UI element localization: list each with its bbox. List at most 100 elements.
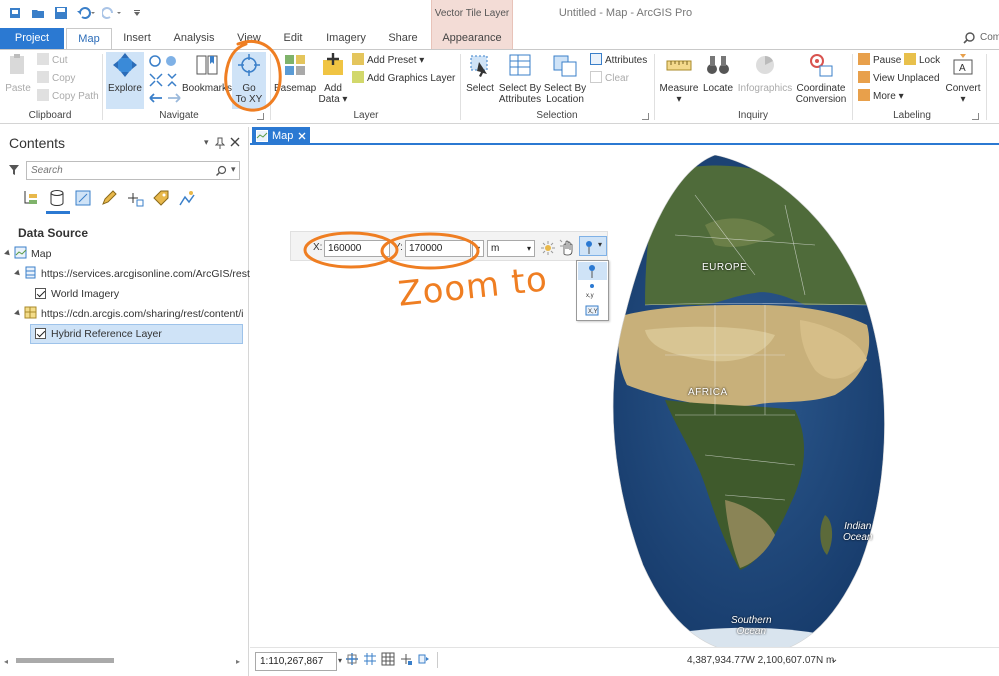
contents-options-dropdown[interactable]: ▾ xyxy=(204,137,209,148)
layer-visibility-checkbox[interactable] xyxy=(35,288,46,299)
explore-button[interactable]: Explore xyxy=(106,52,144,109)
grid-extent-icon[interactable] xyxy=(363,652,377,666)
map-canvas[interactable]: EUROPE AFRICA Indian Ocean Southern Ocean … xyxy=(250,147,999,647)
scale-dropdown-arrow[interactable]: ▾ xyxy=(338,656,342,665)
tab-insert[interactable]: Insert xyxy=(114,28,160,49)
menu-item-add-callout[interactable]: X,Y xyxy=(578,302,607,320)
copy-path-button[interactable]: Copy Path xyxy=(37,89,99,105)
snapping-icon[interactable] xyxy=(399,652,413,666)
expand-arrow-icon[interactable] xyxy=(14,269,22,278)
basemap-button[interactable]: Basemap xyxy=(274,52,316,94)
measure-button[interactable]: Measure ▾ xyxy=(658,52,700,105)
map-scale-input[interactable]: 1:110,267,867 xyxy=(255,652,337,671)
tree-item-cdn-source[interactable]: https://cdn.arcgis.com/sharing/rest/cont… xyxy=(14,305,244,324)
clear-button[interactable]: Clear xyxy=(590,71,629,87)
contents-search[interactable]: ▾ xyxy=(26,161,240,180)
filter-icon[interactable] xyxy=(8,164,20,176)
go-to-xy-button[interactable]: Go To XY xyxy=(232,52,266,109)
list-by-selection-icon[interactable] xyxy=(74,189,92,207)
fixed-zoom-icon[interactable] xyxy=(345,652,359,666)
explore-icon xyxy=(113,53,137,77)
bookmarks-button[interactable]: Bookmarks xyxy=(182,52,232,94)
more-labeling-button[interactable]: More ▾ xyxy=(858,89,904,105)
tab-imagery[interactable]: Imagery xyxy=(318,28,374,49)
labeled-pushpin-icon: x,y xyxy=(586,284,594,299)
list-by-perspective-imagery-icon[interactable] xyxy=(178,189,196,207)
tree-item-world-imagery[interactable]: World Imagery xyxy=(35,285,119,304)
view-unplaced-button[interactable]: View Unplaced xyxy=(858,71,940,87)
navigate-launcher[interactable] xyxy=(257,113,264,120)
cursor-coordinates: 4,387,934.77W 2,100,607.07N m xyxy=(687,655,835,666)
map-icon xyxy=(256,130,268,142)
command-search-icon[interactable] xyxy=(962,31,976,45)
coordinate-format-dropdown[interactable]: ⌄ xyxy=(830,654,838,665)
convert-button[interactable]: A Convert ▾ xyxy=(944,52,982,105)
close-pane-icon[interactable] xyxy=(230,137,240,147)
select-button[interactable]: Select xyxy=(463,52,497,94)
attributes-button[interactable]: Attributes xyxy=(590,53,647,69)
copy-button[interactable]: Copy xyxy=(37,71,75,87)
tree-item-hybrid-reference-layer[interactable]: Hybrid Reference Layer xyxy=(30,324,243,344)
contents-pane: Contents ▾ ▾ Data Source Map https://ser… xyxy=(0,127,253,676)
pin-icon[interactable] xyxy=(215,137,225,149)
search-input[interactable] xyxy=(27,162,207,179)
group-label-navigate: Navigate xyxy=(159,110,199,121)
labeling-launcher[interactable] xyxy=(972,113,979,120)
coordinate-format-dropdown[interactable]: ▾ xyxy=(472,240,484,257)
active-view-indicator xyxy=(46,211,70,214)
refresh-icon[interactable] xyxy=(417,652,431,666)
locate-button[interactable]: Locate xyxy=(700,52,736,94)
selection-launcher[interactable] xyxy=(642,113,649,120)
add-graphics-layer-button[interactable]: Add Graphics Layer xyxy=(352,71,455,87)
pan-to-icon[interactable] xyxy=(559,238,575,256)
y-coordinate-input[interactable]: 170000 xyxy=(405,240,471,257)
close-tab-icon[interactable] xyxy=(298,132,306,140)
list-by-drawing-order-icon[interactable] xyxy=(22,189,40,207)
list-by-snapping-icon[interactable] xyxy=(126,189,144,207)
coordinate-conversion-button[interactable]: Coordinate Conversion xyxy=(794,52,848,105)
search-dropdown-arrow[interactable]: ▾ xyxy=(231,164,236,175)
tab-appearance[interactable]: Appearance xyxy=(436,28,508,49)
layer-visibility-checkbox[interactable] xyxy=(35,328,46,339)
list-by-data-source-icon[interactable] xyxy=(48,189,66,207)
select-by-attributes-icon xyxy=(509,54,531,76)
expand-arrow-icon[interactable] xyxy=(4,249,12,258)
contents-horizontal-scrollbar[interactable]: ◂ ▸ xyxy=(4,655,244,666)
tab-map[interactable]: Map xyxy=(66,28,112,50)
copy-icon xyxy=(37,71,49,83)
svg-text:X,Y: X,Y xyxy=(588,309,598,315)
navigate-tools-icon[interactable] xyxy=(148,54,182,106)
tab-view[interactable]: View xyxy=(228,28,270,49)
flash-icon[interactable] xyxy=(541,241,555,255)
add-point-dropdown-button[interactable]: ▾ xyxy=(579,236,607,256)
add-preset-button[interactable]: Add Preset ▾ xyxy=(352,53,424,69)
tab-map-view[interactable]: Map xyxy=(252,127,310,145)
paste-button[interactable]: Paste xyxy=(4,52,32,94)
add-data-button[interactable]: Add Data ▾ xyxy=(316,52,350,105)
menu-item-add-point[interactable] xyxy=(578,262,607,280)
lock-labeling-button[interactable]: Lock xyxy=(904,53,940,69)
pause-labeling-button[interactable]: Pause xyxy=(858,53,901,69)
tree-item-map[interactable]: Map xyxy=(4,245,51,264)
tab-share[interactable]: Share xyxy=(380,28,426,49)
expand-arrow-icon[interactable] xyxy=(14,309,22,318)
menu-item-add-labeled-point[interactable]: x,y xyxy=(578,282,607,300)
units-select[interactable]: m ▾ xyxy=(487,240,535,257)
tab-analysis[interactable]: Analysis xyxy=(166,28,222,49)
tree-item-service-source[interactable]: https://services.arcgisonline.com/ArcGIS… xyxy=(14,265,253,284)
select-by-attributes-button[interactable]: Select By Attributes xyxy=(497,52,543,105)
tab-project[interactable]: Project xyxy=(0,28,64,49)
tab-edit[interactable]: Edit xyxy=(274,28,312,49)
select-by-location-button[interactable]: Select By Location xyxy=(543,52,587,105)
list-by-editing-icon[interactable] xyxy=(100,189,118,207)
list-by-labeling-icon[interactable] xyxy=(152,189,170,207)
scrollbar-thumb[interactable] xyxy=(16,658,114,663)
map-label-europe: EUROPE xyxy=(702,262,748,273)
map-label-indian-ocean: Indian Ocean xyxy=(843,521,873,543)
contextual-tab-title: Vector Tile Layer xyxy=(434,8,510,19)
x-coordinate-input[interactable]: 160000 xyxy=(324,240,390,257)
search-icon[interactable] xyxy=(215,165,227,177)
table-grid-icon[interactable] xyxy=(381,652,395,666)
cut-button[interactable]: Cut xyxy=(37,53,68,69)
infographics-button[interactable]: Infographics xyxy=(736,52,794,94)
